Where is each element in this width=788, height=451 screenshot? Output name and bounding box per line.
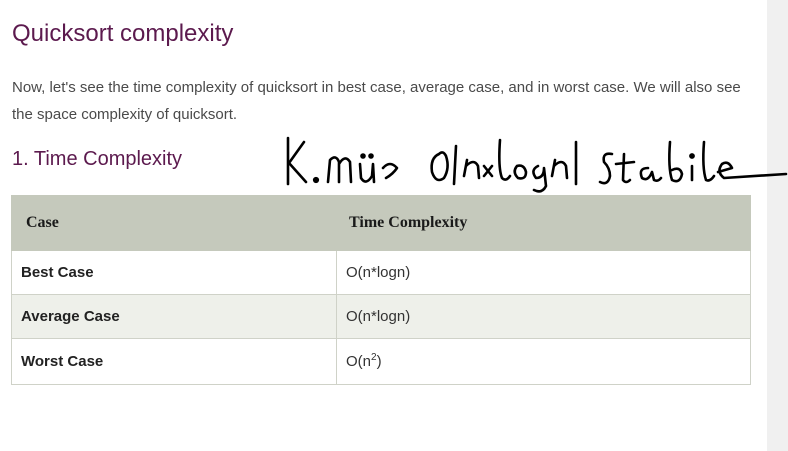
handwritten-annotation [286,136,788,193]
complexity-base: O(n [346,353,372,370]
complexity-cell: O(n*logn) [336,294,751,339]
case-cell: Best Case [11,250,337,295]
table-row: Best Case O(n*logn) [11,250,751,295]
table-row: Worst Case O(n2) [11,338,751,385]
complexity-cell: O(n2) [336,338,751,385]
complexity-close: ) [376,353,382,370]
page-title: Quicksort complexity [12,20,234,47]
case-cell: Average Case [11,294,337,339]
intro-paragraph: Now, let's see the time complexity of qu… [12,79,741,123]
case-cell: Worst Case [11,338,337,385]
vertical-scrollbar[interactable] [767,0,788,451]
time-complexity-table: Case Time Complexity Best Case O(n*logn)… [11,195,751,385]
table-header-row: Case Time Complexity [11,195,751,251]
header-time-complexity: Time Complexity [336,195,751,251]
section-heading: 1. Time Complexity [12,148,183,170]
complexity-cell: O(n*logn) [336,250,751,295]
table-row: Average Case O(n*logn) [11,294,751,339]
header-case: Case [11,195,337,251]
